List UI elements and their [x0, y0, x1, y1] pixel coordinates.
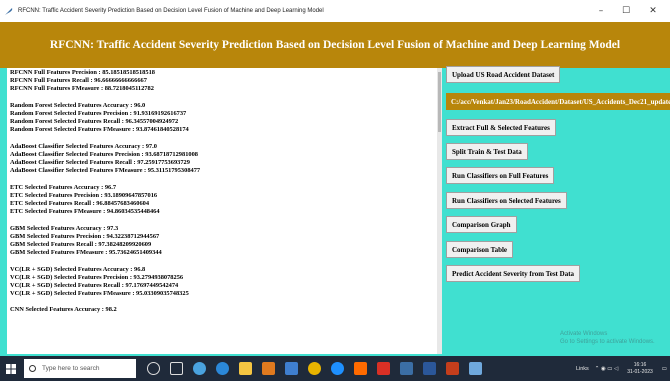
activation-watermark: Activate Windows Go to Settings to activ… [560, 330, 655, 346]
result-line: Random Forest Selected Features Precisio… [10, 109, 187, 117]
notifications-icon[interactable]: ▭ [662, 366, 667, 372]
result-line: RFCNN Full Features Precision : 85.18518… [10, 69, 155, 76]
result-line: GBM Selected Features Precision : 94.322… [10, 232, 160, 240]
result-line: Random Forest Selected Features Recall :… [10, 118, 179, 126]
result-line: AdaBoost Classifier Selected Features FM… [10, 167, 201, 175]
result-line [10, 298, 434, 306]
photos-icon[interactable] [285, 362, 298, 375]
result-line: CNN Selected Features Accuracy : 98.2 [10, 306, 117, 314]
result-line: ETC Selected Features Accuracy : 96.7 [10, 183, 117, 191]
powerpoint-icon[interactable] [446, 362, 459, 375]
comparison-table-button[interactable]: Comparison Table [446, 241, 514, 258]
app-icon-red[interactable] [377, 362, 390, 375]
word-icon[interactable] [423, 362, 436, 375]
app-icon-orange[interactable] [354, 362, 367, 375]
result-line: GBM Selected Features FMeasure : 95.7362… [10, 249, 162, 257]
taskbar-pinned-apps [142, 362, 487, 375]
upload-dataset-button[interactable]: Upload US Road Accident Dataset [446, 66, 561, 83]
task-view-icon[interactable] [170, 362, 183, 375]
predict-severity-button[interactable]: Predict Accident Severity from Test Data [446, 265, 581, 282]
result-line: RFCNN Full Features FMeasure : 88.721804… [10, 85, 154, 93]
results-text-area[interactable]: RFCNN Full Features Precision : 85.18518… [7, 68, 437, 354]
file-explorer-icon[interactable] [239, 362, 252, 375]
result-line [10, 175, 434, 183]
store-icon[interactable] [262, 362, 275, 375]
links-toolbar[interactable]: Links [576, 366, 589, 372]
result-line: VC(LR + SGD) Selected Features FMeasure … [10, 290, 189, 298]
window-titlebar: RFCNN: Traffic Accident Severity Predict… [0, 0, 670, 22]
split-train-test-button[interactable]: Split Train & Test Data [446, 143, 528, 160]
windows-logo-icon [6, 363, 16, 374]
result-line [10, 135, 434, 143]
results-scrollbar[interactable] [437, 68, 442, 354]
chrome-icon[interactable] [308, 362, 321, 375]
result-line: GBM Selected Features Accuracy : 97.3 [10, 224, 119, 232]
windows-taskbar: Type here to search [0, 356, 670, 381]
result-line: VC(LR + SGD) Selected Features Accuracy … [10, 265, 146, 273]
result-line: AdaBoost Classifier Selected Features Re… [10, 159, 190, 167]
app-icon-blue[interactable] [331, 362, 344, 375]
taskbar-clock[interactable]: 16:16 31-01-2023 [627, 362, 653, 375]
result-line [10, 257, 434, 265]
result-line: ETC Selected Features Precision : 93.189… [10, 191, 158, 199]
app-header-banner: RFCNN: Traffic Accident Severity Predict… [0, 22, 670, 68]
minimize-button[interactable]: – [590, 0, 612, 22]
result-line: RFCNN Full Features Recall : 96.66666666… [10, 77, 147, 85]
watermark-line-1: Activate Windows [560, 331, 608, 337]
close-button[interactable]: ✕ [642, 0, 664, 22]
comparison-graph-button[interactable]: Comparison Graph [446, 216, 517, 233]
python-idle-icon[interactable] [469, 362, 482, 375]
result-line: ETC Selected Features FMeasure : 94.8603… [10, 208, 160, 216]
window-title: RFCNN: Traffic Accident Severity Predict… [18, 8, 324, 14]
tray-icons[interactable]: ⌃ ◉ ▭ ◁ [595, 366, 618, 372]
maximize-button[interactable]: ☐ [615, 0, 637, 22]
result-line: Random Forest Selected Features Accuracy… [10, 101, 146, 109]
result-line: AdaBoost Classifier Selected Features Ac… [10, 142, 157, 150]
result-line: GBM Selected Features Recall : 97.382482… [10, 240, 152, 248]
app-title: RFCNN: Traffic Accident Severity Predict… [49, 39, 621, 51]
dataset-path-label: C:/acc/Venkat/Jan23/RoadAccident/Dataset… [446, 93, 670, 110]
edge-icon[interactable] [216, 362, 229, 375]
result-line: ETC Selected Features Recall : 96.884576… [10, 200, 150, 207]
search-placeholder: Type here to search [42, 365, 100, 372]
clock-date: 31-01-2023 [627, 368, 653, 375]
system-tray: Links ⌃ ◉ ▭ ◁ 16:16 31-01-2023 ▭ [573, 356, 670, 381]
extract-features-button[interactable]: Extract Full & Selected Features [446, 119, 556, 136]
taskbar-search-box[interactable]: Type here to search [24, 359, 136, 378]
scrollbar-thumb[interactable] [438, 72, 441, 132]
run-full-features-button[interactable]: Run Classifiers on Full Features [446, 167, 555, 184]
result-line: VC(LR + SGD) Selected Features Precision… [10, 273, 184, 281]
result-line: AdaBoost Classifier Selected Features Pr… [10, 150, 198, 158]
microphone-icon[interactable] [147, 362, 160, 375]
start-button[interactable] [0, 356, 22, 381]
watermark-line-2: Go to Settings to activate Windows. [560, 339, 655, 345]
app-feather-icon [5, 8, 13, 15]
result-line [10, 216, 434, 224]
search-icon [29, 365, 36, 372]
result-line [10, 94, 434, 102]
run-selected-features-button[interactable]: Run Classifiers on Selected Features [446, 192, 567, 209]
result-line: Random Forest Selected Features FMeasure… [10, 126, 189, 134]
browser-icon[interactable] [193, 362, 206, 375]
python-icon[interactable] [400, 362, 413, 375]
result-line: VC(LR + SGD) Selected Features Recall : … [10, 281, 179, 289]
